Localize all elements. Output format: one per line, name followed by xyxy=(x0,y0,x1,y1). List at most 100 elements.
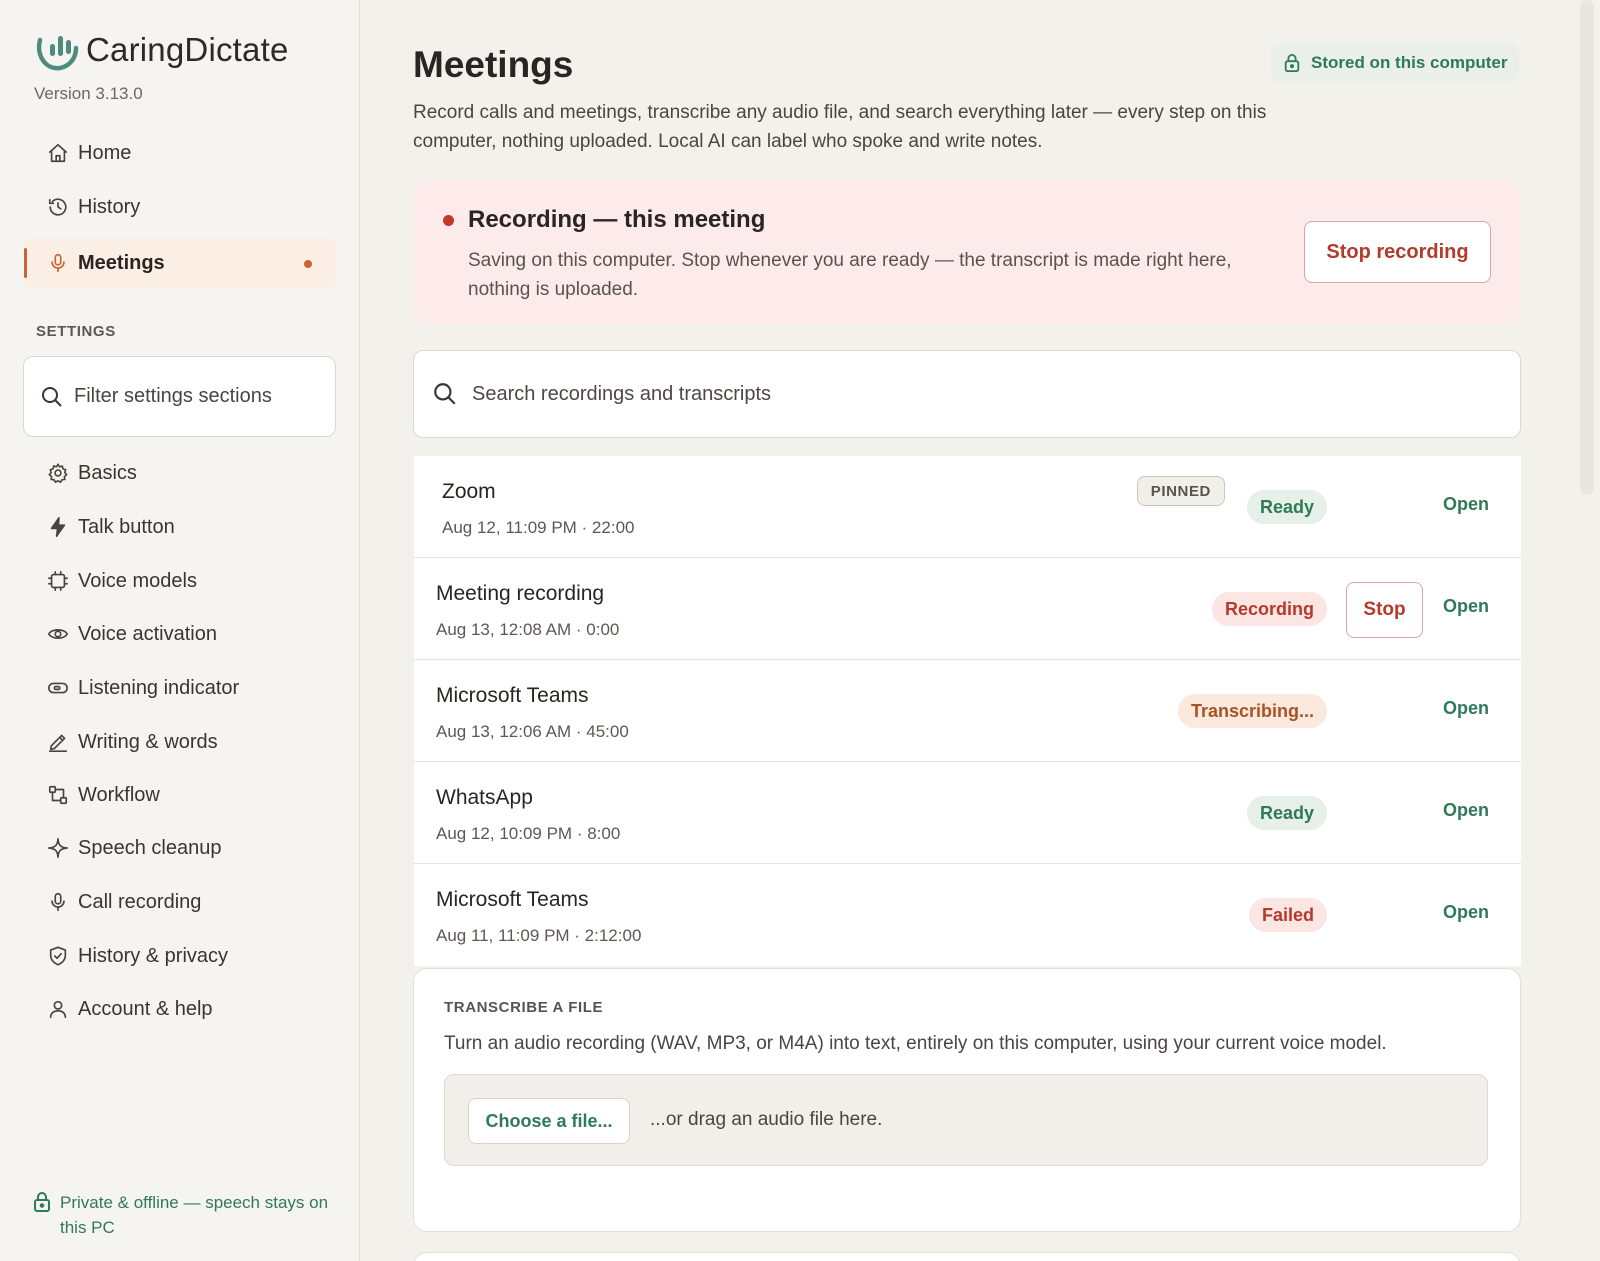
open-link[interactable]: Open xyxy=(1443,494,1489,515)
recording-meta: Aug 13, 12:06 AM · 45:00 xyxy=(436,722,629,741)
settings-item-label: Call recording xyxy=(78,890,202,913)
settings-item-label: Talk button xyxy=(78,515,175,538)
microphone-icon xyxy=(46,890,70,914)
open-link[interactable]: Open xyxy=(1443,800,1489,821)
filter-settings-field[interactable] xyxy=(23,356,336,437)
status-badge: Ready xyxy=(1246,796,1327,830)
settings-item-label: Basics xyxy=(78,461,137,484)
nav-meetings[interactable]: Meetings xyxy=(24,238,336,288)
history-icon xyxy=(46,195,70,219)
status-badge: Failed xyxy=(1248,898,1327,932)
filter-settings-input[interactable] xyxy=(74,385,314,408)
microphone-icon xyxy=(46,251,70,275)
stop-button[interactable]: Stop xyxy=(1346,582,1423,638)
settings-item-voice-activation[interactable]: Voice activation xyxy=(24,609,336,659)
settings-item-workflow[interactable]: Workflow xyxy=(24,770,336,820)
settings-item-label: Workflow xyxy=(78,783,160,806)
status-badge: Ready xyxy=(1246,490,1327,524)
home-icon xyxy=(46,141,70,165)
next-card xyxy=(413,1252,1521,1261)
app-name: CaringDictate xyxy=(86,31,289,68)
audio-drop-zone[interactable]: Choose a file... ...or drag an audio fil… xyxy=(444,1074,1488,1166)
recording-indicator-dot xyxy=(304,260,312,268)
lock-icon xyxy=(34,1192,50,1212)
workflow-icon xyxy=(46,783,70,807)
settings-item-account-help[interactable]: Account & help xyxy=(24,984,336,1034)
settings-item-history-privacy[interactable]: History & privacy xyxy=(24,931,336,981)
search-recordings-field[interactable] xyxy=(413,350,1521,438)
drag-hint: ...or drag an audio file here. xyxy=(650,1109,883,1130)
nav-history[interactable]: History xyxy=(24,182,336,232)
search-recordings-input[interactable] xyxy=(472,382,1372,406)
nav-home[interactable]: Home xyxy=(24,128,336,178)
app-version: Version 3.13.0 xyxy=(34,84,143,103)
settings-item-listening-indicator[interactable]: Listening indicator xyxy=(24,663,336,713)
user-icon xyxy=(46,997,70,1021)
sidebar: CaringDictate Version 3.13.0 Home Histor… xyxy=(0,0,360,1261)
search-icon xyxy=(42,386,62,407)
settings-item-label: Speech cleanup xyxy=(78,836,222,859)
settings-item-label: Account & help xyxy=(78,997,213,1020)
recording-title: Microsoft Teams xyxy=(436,888,589,911)
recordings-list: Zoom Aug 12, 11:09 PM · 22:00 PINNED Rea… xyxy=(414,456,1521,966)
open-link[interactable]: Open xyxy=(1443,596,1489,617)
open-link[interactable]: Open xyxy=(1443,902,1489,923)
gear-icon xyxy=(46,461,70,485)
settings-item-talk-button[interactable]: Talk button xyxy=(24,502,336,552)
toggle-icon xyxy=(46,676,70,700)
recording-meta: Aug 11, 11:09 PM · 2:12:00 xyxy=(436,926,642,945)
recording-title: Zoom xyxy=(442,480,496,503)
brand: CaringDictate xyxy=(32,26,289,74)
transcribe-file-heading: TRANSCRIBE A FILE xyxy=(444,999,604,1016)
list-item[interactable]: Meeting recording Aug 13, 12:08 AM · 0:0… xyxy=(414,558,1521,660)
shield-icon xyxy=(46,944,70,968)
privacy-note-text: Private & offline — speech stays on this… xyxy=(60,1193,329,1237)
settings-item-basics[interactable]: Basics xyxy=(24,448,336,498)
transcribe-file-card: TRANSCRIBE A FILE Turn an audio recordin… xyxy=(413,968,1521,1232)
open-link[interactable]: Open xyxy=(1443,698,1489,719)
search-icon xyxy=(434,383,456,405)
settings-item-voice-models[interactable]: Voice models xyxy=(24,556,336,606)
stored-badge: Stored on this computer xyxy=(1271,43,1520,83)
settings-item-writing-words[interactable]: Writing & words xyxy=(24,717,336,767)
recording-dot-icon xyxy=(443,215,454,226)
page-title: Meetings xyxy=(413,44,574,85)
settings-item-label: Writing & words xyxy=(78,730,218,753)
privacy-note: Private & offline — speech stays on this… xyxy=(32,1190,332,1240)
recording-meta: Aug 13, 12:08 AM · 0:00 xyxy=(436,620,620,639)
list-item[interactable]: Microsoft Teams Aug 11, 11:09 PM · 2:12:… xyxy=(414,864,1521,966)
pencil-icon xyxy=(46,730,70,754)
stop-recording-button[interactable]: Stop recording xyxy=(1304,221,1491,283)
settings-item-label: Voice models xyxy=(78,569,197,592)
main-content: Meetings Stored on this computer Record … xyxy=(361,0,1600,1261)
recording-banner-title: Recording — this meeting xyxy=(468,206,766,233)
nav-home-label: Home xyxy=(78,141,132,164)
lock-icon xyxy=(1284,54,1300,72)
recording-title: WhatsApp xyxy=(436,786,533,809)
stored-badge-text: Stored on this computer xyxy=(1311,53,1508,72)
chip-icon xyxy=(46,569,70,593)
list-item[interactable]: WhatsApp Aug 12, 10:09 PM · 8:00 Ready O… xyxy=(414,762,1521,864)
recording-meta: Aug 12, 10:09 PM · 8:00 xyxy=(436,824,621,843)
settings-item-label: History & privacy xyxy=(78,944,229,967)
list-item[interactable]: Microsoft Teams Aug 13, 12:06 AM · 45:00… xyxy=(414,660,1521,762)
scrollbar[interactable] xyxy=(1580,0,1594,495)
transcribe-file-description: Turn an audio recording (WAV, MP3, or M4… xyxy=(444,1033,1387,1054)
status-badge: Recording xyxy=(1211,592,1327,626)
recording-title: Meeting recording xyxy=(436,582,605,605)
choose-file-button[interactable]: Choose a file... xyxy=(468,1098,630,1144)
recording-meta: Aug 12, 11:09 PM · 22:00 xyxy=(442,518,635,537)
settings-heading: SETTINGS xyxy=(36,323,116,340)
sparkle-icon xyxy=(46,836,70,860)
eye-icon xyxy=(46,622,70,646)
nav-history-label: History xyxy=(78,195,141,218)
page-subtitle: Record calls and meetings, transcribe an… xyxy=(413,102,1267,152)
nav-meetings-label: Meetings xyxy=(78,251,165,274)
lightning-icon xyxy=(46,515,70,539)
recording-banner-description: Saving on this computer. Stop whenever y… xyxy=(468,250,1232,300)
recording-title: Microsoft Teams xyxy=(436,684,589,707)
settings-item-speech-cleanup[interactable]: Speech cleanup xyxy=(24,823,336,873)
list-item[interactable]: Zoom Aug 12, 11:09 PM · 22:00 PINNED Rea… xyxy=(414,456,1521,558)
settings-item-call-recording[interactable]: Call recording xyxy=(24,877,336,927)
settings-item-label: Voice activation xyxy=(78,622,217,645)
